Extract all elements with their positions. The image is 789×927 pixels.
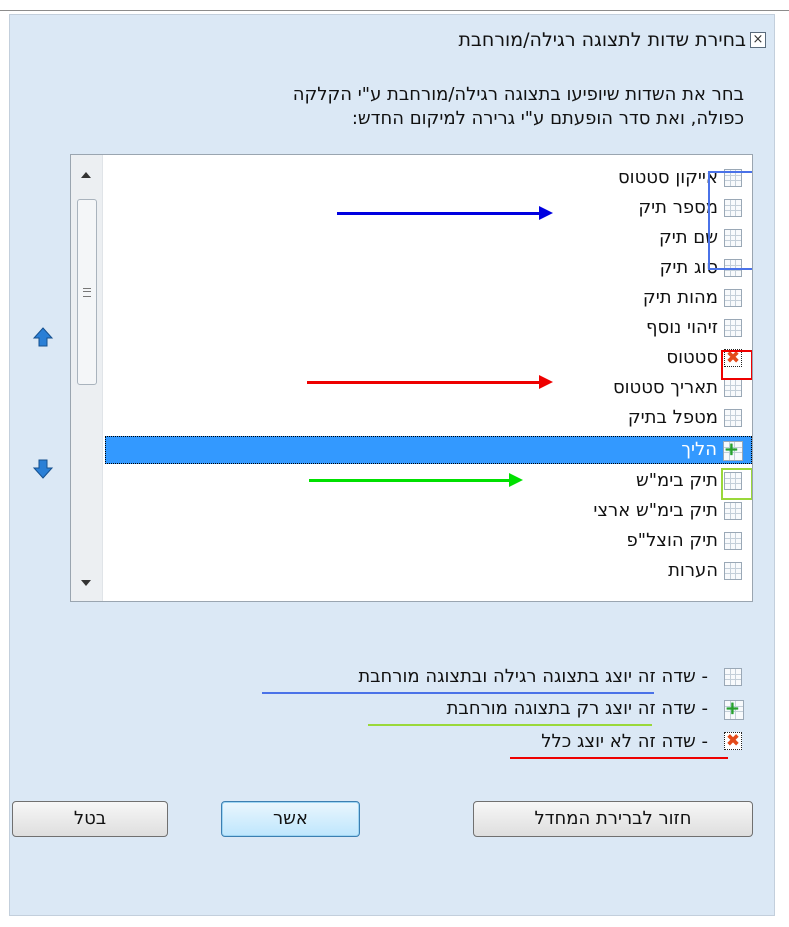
list-item[interactable]: ✖ סטטוס: [112, 345, 752, 373]
list-item-label: מספר תיק: [638, 197, 718, 218]
extended-plus-icon: +: [723, 439, 743, 461]
list-item[interactable]: אייקון סטטוס: [112, 165, 752, 193]
list-item-label: תאריך סטטוס: [612, 377, 718, 398]
list-item[interactable]: זיהוי נוסף: [112, 315, 752, 343]
annotation-arrow-red: [307, 375, 553, 389]
plus-icon: +: [723, 439, 739, 460]
list-item[interactable]: מספר תיק: [112, 195, 752, 223]
list-item[interactable]: תיק בימ"ש: [112, 468, 752, 496]
list-item[interactable]: סוג תיק: [112, 255, 752, 283]
annotation-box-red: [721, 350, 752, 380]
move-down-button[interactable]: [32, 458, 54, 480]
list-item-label: סטטוס: [666, 347, 718, 368]
plus-icon: +: [724, 698, 740, 719]
cancel-button[interactable]: בטל: [12, 801, 168, 837]
legend-text: - שדה זה יוצג רק בתצוגה מורחבת: [446, 698, 708, 719]
list-item[interactable]: מטפל בתיק: [112, 405, 752, 433]
list-item-label: אייקון סטטוס: [618, 167, 718, 188]
underline-blue: [262, 692, 654, 694]
grip-icon: [83, 288, 91, 297]
scroll-up-arrow-icon[interactable]: [81, 172, 91, 178]
list-item[interactable]: תאריך סטטוס: [112, 375, 752, 403]
legend-regular-and-extended: - שדה זה יוצג בתצוגה רגילה ובתצוגה מורחב…: [122, 666, 742, 694]
dialog-title: בחירת שדות לתצוגה רגילה/מורחבת: [458, 29, 746, 51]
list-item-label: תיק הוצל"פ: [626, 530, 718, 551]
grid-icon: [724, 409, 742, 427]
grid-icon: [724, 562, 742, 580]
list-item[interactable]: תיק בימ"ש ארצי: [112, 498, 752, 526]
field-selection-dialog: × בחירת שדות לתצוגה רגילה/מורחבת בחר את …: [9, 14, 775, 916]
scroll-thumb[interactable]: [77, 199, 97, 385]
list-item[interactable]: שם תיק: [112, 225, 752, 253]
list-item-label: מהות תיק: [642, 287, 718, 308]
list-item-selected[interactable]: + הליך: [105, 436, 752, 464]
list-item-label: זיהוי נוסף: [646, 317, 718, 338]
instructions-line-1: בחר את השדות שיופיעו בתצוגה רגילה/מורחבת…: [292, 84, 744, 105]
ok-button[interactable]: אשר: [221, 801, 360, 837]
title-bar: × בחירת שדות לתצוגה רגילה/מורחבת: [10, 15, 774, 57]
list-item[interactable]: תיק הוצל"פ: [112, 528, 752, 556]
legend-text: - שדה זה יוצג בתצוגה רגילה ובתצוגה מורחב…: [358, 666, 708, 687]
annotation-arrow-blue: [337, 206, 553, 220]
grid-icon: [724, 502, 742, 520]
underline-green: [368, 724, 652, 726]
list-item-label: מטפל בתיק: [627, 407, 718, 428]
scroll-down-arrow-icon[interactable]: [81, 580, 91, 586]
list-item-label: הערות: [668, 560, 718, 581]
top-divider: [0, 0, 789, 11]
list-item-label: תיק בימ"ש ארצי: [593, 500, 718, 521]
instructions-line-2: כפולה, ואת סדר הופעתם ע"י גרירה למיקום ה…: [351, 108, 744, 129]
legend-extended-only: + - שדה זה יוצג רק בתצוגה מורחבת: [122, 698, 744, 726]
underline-red: [510, 757, 728, 759]
list-item-label: תיק בימ"ש: [635, 470, 718, 491]
legend-text: - שדה זה לא יוצג כלל: [541, 731, 708, 752]
instructions-text: בחר את השדות שיופיעו בתצוגה רגילה/מורחבת…: [104, 83, 744, 131]
annotation-box-blue: [708, 171, 752, 270]
move-up-button[interactable]: [32, 326, 54, 348]
grid-icon: [724, 532, 742, 550]
grid-icon: [724, 668, 742, 686]
vertical-scrollbar[interactable]: [71, 155, 103, 601]
annotation-box-green: [721, 468, 752, 500]
restore-default-button[interactable]: חזור לברירת המחדל: [473, 801, 753, 837]
list-item[interactable]: הערות: [112, 558, 752, 586]
hidden-x-icon: ✖: [724, 731, 742, 751]
list-item-label: הליך: [681, 439, 717, 460]
annotation-arrow-green: [309, 473, 523, 487]
legend-hidden: ✖ - שדה זה לא יוצג כלל: [122, 731, 742, 759]
close-icon[interactable]: ×: [750, 32, 766, 48]
extended-plus-icon: +: [724, 698, 744, 720]
grid-icon: [724, 289, 742, 307]
grid-icon: [724, 379, 742, 397]
list-item[interactable]: מהות תיק: [112, 285, 752, 313]
grid-icon: [724, 319, 742, 337]
fields-listbox[interactable]: אייקון סטטוס מספר תיק שם תיק סוג תיק מהו…: [70, 154, 753, 602]
